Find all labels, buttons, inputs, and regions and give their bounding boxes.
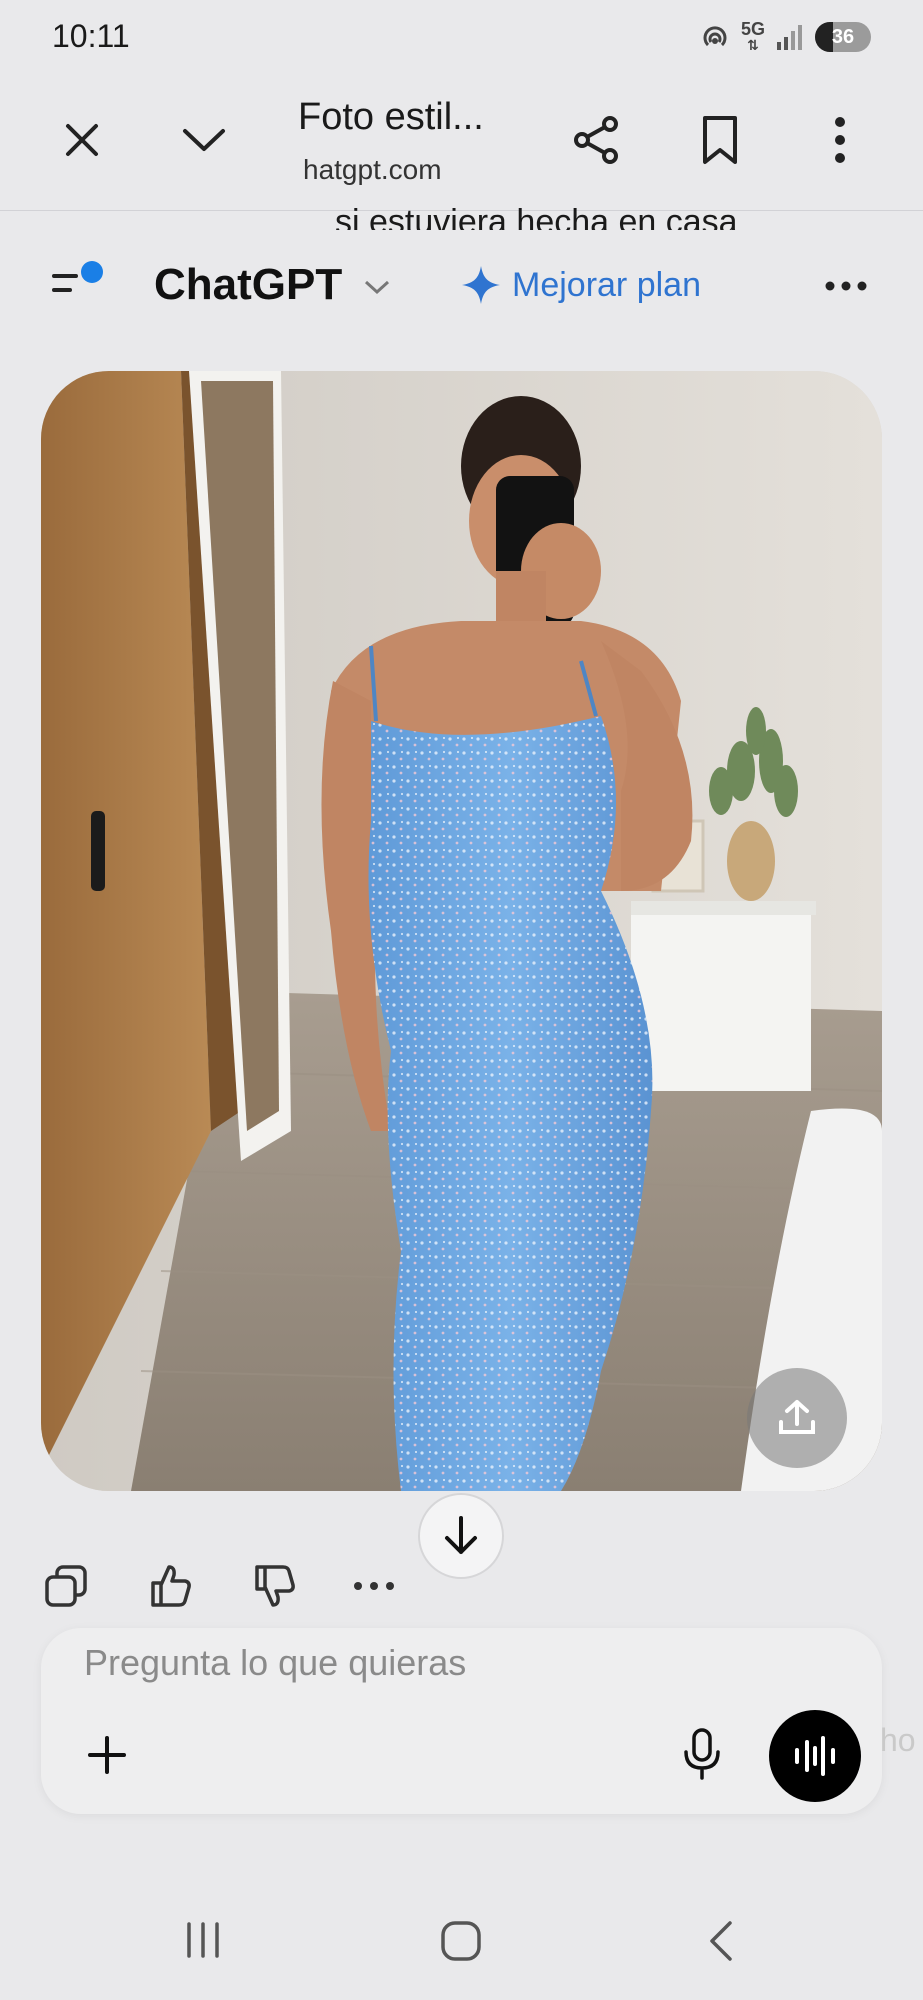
page-domain: hatgpt.com	[303, 154, 442, 185]
signal-icon	[777, 25, 802, 50]
voice-mode-button[interactable]	[769, 1710, 861, 1802]
sidebar-menu-icon[interactable]	[50, 258, 110, 308]
waveform-icon	[795, 1736, 835, 1776]
more-actions-icon[interactable]	[350, 1562, 398, 1610]
scroll-to-bottom-button[interactable]	[418, 1493, 504, 1579]
status-icons: 5G ⇅ 36	[699, 18, 871, 56]
network-type: 5G ⇅	[740, 19, 765, 53]
upgrade-plan-label: Mejorar plan	[512, 265, 701, 304]
page-title: Foto estil...	[298, 96, 484, 138]
battery-icon: 36	[815, 22, 871, 52]
offscreen-text: ho	[880, 1722, 916, 1758]
back-icon[interactable]	[696, 1916, 746, 1966]
custom-tab-toolbar	[0, 70, 923, 210]
status-time: 10:11	[52, 18, 130, 54]
app-title[interactable]: ChatGPT	[154, 260, 392, 310]
close-icon[interactable]	[56, 114, 108, 166]
chevron-down-icon	[365, 281, 390, 295]
copy-icon[interactable]	[42, 1562, 90, 1610]
upgrade-plan-button[interactable]: Mejorar plan	[460, 264, 701, 306]
add-attachment-icon[interactable]	[82, 1730, 132, 1780]
share-icon[interactable]	[568, 112, 624, 168]
bookmark-icon[interactable]	[692, 112, 748, 168]
home-icon[interactable]	[436, 1916, 486, 1966]
recent-apps-icon[interactable]	[178, 1918, 228, 1962]
sparkle-icon	[462, 266, 500, 304]
more-horizontal-icon[interactable]	[820, 266, 872, 306]
upload-icon	[779, 1400, 815, 1434]
microphone-icon[interactable]	[676, 1726, 728, 1782]
image-illustration	[41, 371, 882, 1491]
previous-message-text: si estuviera hecha en casa	[335, 203, 738, 230]
more-vertical-icon[interactable]	[818, 112, 862, 168]
share-image-button[interactable]	[747, 1368, 847, 1468]
chevron-down-icon[interactable]	[178, 114, 230, 166]
message-input[interactable]	[84, 1638, 684, 1688]
app-title-label: ChatGPT	[154, 260, 343, 309]
thumbs-up-icon[interactable]	[146, 1562, 194, 1610]
generated-image[interactable]	[41, 371, 882, 1491]
thumbs-down-icon[interactable]	[250, 1562, 298, 1610]
hotspot-icon	[703, 26, 727, 47]
arrow-down-icon	[445, 1516, 477, 1554]
